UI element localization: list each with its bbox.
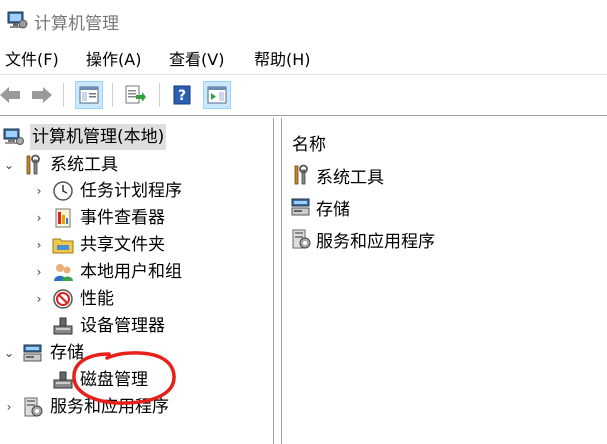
services-icon bbox=[22, 396, 44, 418]
tree-item-label: 本地用户和组 bbox=[80, 262, 182, 282]
computer-management-icon bbox=[2, 126, 24, 148]
storage-icon bbox=[290, 196, 312, 218]
tree-item-label: 服务和应用程序 bbox=[50, 397, 169, 417]
disk-management-icon bbox=[52, 369, 74, 391]
chevron-right-icon[interactable]: › bbox=[32, 265, 46, 279]
console-tree: 计算机管理(本地) ⌄ 系统工具 › 任务计划程序 › 事件查看器 › 共享文件… bbox=[0, 118, 274, 444]
device-manager-icon bbox=[52, 315, 74, 337]
chevron-right-icon[interactable]: › bbox=[32, 211, 46, 225]
chevron-right-icon[interactable]: › bbox=[32, 184, 46, 198]
help-icon[interactable]: ? bbox=[168, 81, 196, 109]
storage-icon bbox=[22, 342, 44, 364]
list-item-label: 服务和应用程序 bbox=[316, 231, 435, 252]
list-item-storage[interactable]: 存储 bbox=[290, 194, 350, 220]
show-hide-console-tree-icon[interactable] bbox=[75, 81, 103, 109]
forward-arrow-icon[interactable] bbox=[28, 81, 56, 109]
svg-text:?: ? bbox=[178, 88, 186, 104]
tree-item-shared-folders[interactable]: › 共享文件夹 bbox=[32, 232, 165, 258]
tree-item-label: 任务计划程序 bbox=[80, 181, 182, 201]
chevron-right-icon[interactable]: › bbox=[32, 238, 46, 252]
tree-item-disk-management[interactable]: 磁盘管理 bbox=[52, 367, 148, 393]
tree-item-local-users-groups[interactable]: › 本地用户和组 bbox=[32, 259, 182, 285]
users-icon bbox=[52, 261, 74, 283]
menu-view[interactable]: 查看(V) bbox=[166, 46, 227, 74]
menu-help[interactable]: 帮助(H) bbox=[251, 46, 314, 74]
menu-bar: 文件(F) 操作(A) 查看(V) 帮助(H) bbox=[0, 46, 607, 74]
toolbar: ? bbox=[0, 75, 607, 115]
tree-item-label: 磁盘管理 bbox=[80, 370, 148, 390]
list-item-label: 系统工具 bbox=[316, 167, 384, 188]
tree-item-system-tools[interactable]: ⌄ 系统工具 bbox=[2, 152, 118, 178]
tree-item-performance[interactable]: › 性能 bbox=[32, 286, 114, 312]
tree-item-label: 性能 bbox=[80, 289, 114, 309]
tree-item-label: 系统工具 bbox=[50, 155, 118, 175]
content-pane: 名称 系统工具 存储 服务和应用程序 bbox=[281, 118, 607, 444]
tree-item-label: 事件查看器 bbox=[80, 208, 165, 228]
performance-icon bbox=[52, 288, 74, 310]
toolbar-separator bbox=[159, 83, 160, 107]
shared-folder-icon bbox=[52, 234, 74, 256]
computer-management-icon bbox=[6, 9, 28, 31]
export-list-icon[interactable] bbox=[121, 81, 149, 109]
clock-icon bbox=[52, 180, 74, 202]
title-bar: 计算机管理 bbox=[0, 0, 607, 40]
chevron-down-icon[interactable]: ⌄ bbox=[2, 158, 16, 172]
chevron-right-icon[interactable]: › bbox=[32, 292, 46, 306]
tree-item-label: 存储 bbox=[50, 343, 84, 363]
services-icon bbox=[290, 228, 312, 250]
tree-item-device-manager[interactable]: 设备管理器 bbox=[52, 313, 165, 339]
tree-item-computer-management[interactable]: 计算机管理(本地) bbox=[2, 124, 167, 150]
chevron-down-icon[interactable]: ⌄ bbox=[2, 346, 16, 360]
system-tools-icon bbox=[22, 154, 44, 176]
toolbar-separator bbox=[63, 83, 64, 107]
list-item-services-applications[interactable]: 服务和应用程序 bbox=[290, 226, 435, 252]
system-tools-icon bbox=[290, 164, 312, 186]
list-item-label: 存储 bbox=[316, 199, 350, 220]
tree-item-label: 设备管理器 bbox=[80, 316, 165, 336]
back-arrow-icon[interactable] bbox=[0, 81, 24, 109]
show-action-pane-icon[interactable] bbox=[203, 81, 231, 109]
tree-item-event-viewer[interactable]: › 事件查看器 bbox=[32, 205, 165, 231]
menu-file[interactable]: 文件(F) bbox=[2, 46, 62, 74]
list-item-system-tools[interactable]: 系统工具 bbox=[290, 162, 384, 188]
menu-action[interactable]: 操作(A) bbox=[83, 46, 144, 74]
tree-item-label: 共享文件夹 bbox=[80, 235, 165, 255]
window-title: 计算机管理 bbox=[34, 14, 119, 34]
tree-item-services-applications[interactable]: › 服务和应用程序 bbox=[2, 394, 169, 420]
column-header-name[interactable]: 名称 bbox=[292, 130, 326, 155]
tree-item-label: 计算机管理(本地) bbox=[30, 124, 167, 150]
event-viewer-icon bbox=[52, 207, 74, 229]
toolbar-separator bbox=[112, 83, 113, 107]
tree-item-task-scheduler[interactable]: › 任务计划程序 bbox=[32, 178, 182, 204]
chevron-right-icon[interactable]: › bbox=[2, 400, 16, 414]
toolbar-border bbox=[0, 115, 607, 116]
tree-item-storage[interactable]: ⌄ 存储 bbox=[2, 340, 84, 366]
